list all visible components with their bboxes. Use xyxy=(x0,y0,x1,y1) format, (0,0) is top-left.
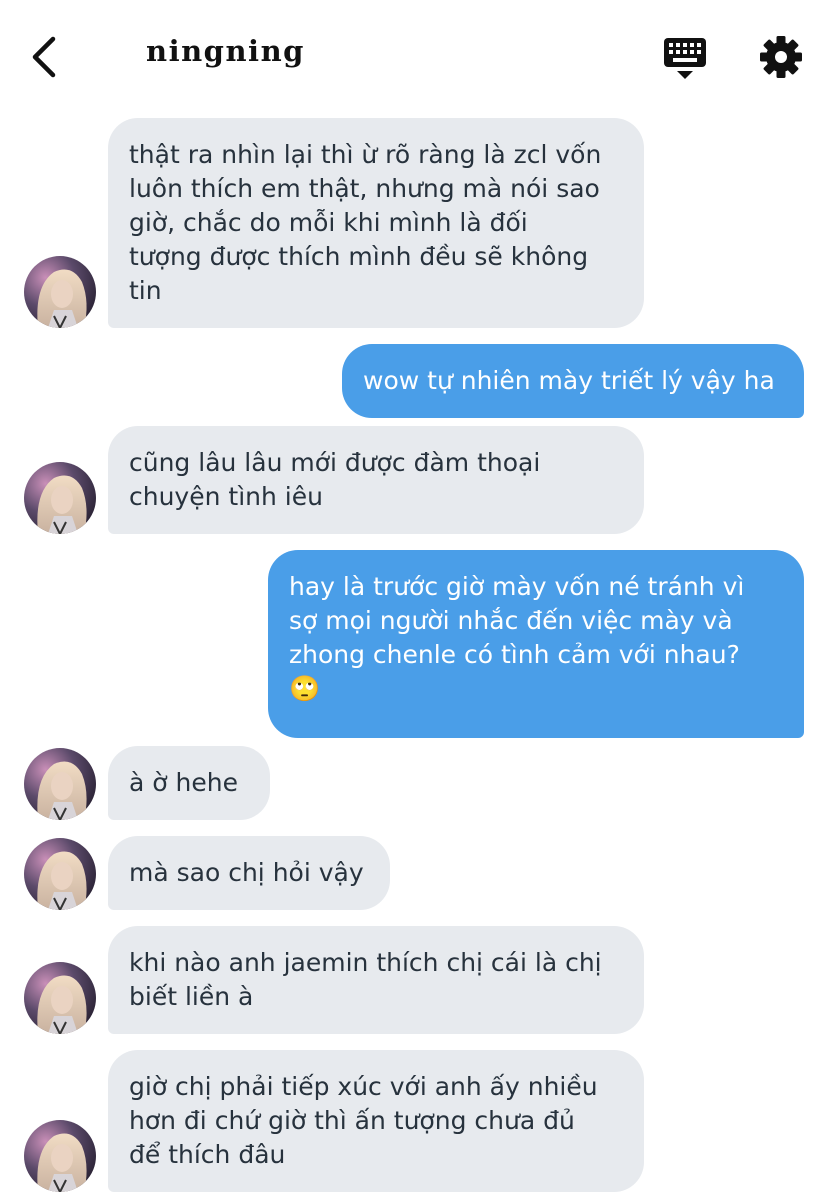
back-button[interactable] xyxy=(26,34,66,80)
avatar[interactable] xyxy=(24,962,96,1034)
keyboard-icon xyxy=(664,38,706,79)
message-bubble-incoming: mà sao chị hỏi vậy xyxy=(108,836,390,910)
avatar[interactable] xyxy=(24,462,96,534)
message-bubble-incoming: à ờ hehe xyxy=(108,746,270,820)
chat-title: ningning xyxy=(146,34,305,68)
message-bubble-incoming: khi nào anh jaemin thích chị cái là chị … xyxy=(108,926,644,1034)
message-bubble-incoming: thật ra nhìn lại thì ừ rõ ràng là zcl vố… xyxy=(108,118,644,328)
message-bubble-incoming: giờ chị phải tiếp xúc với anh ấy nhiều h… xyxy=(108,1050,644,1192)
avatar[interactable] xyxy=(24,256,96,328)
keyboard-button[interactable] xyxy=(662,36,708,80)
avatar[interactable] xyxy=(24,1120,96,1192)
gear-icon xyxy=(760,36,802,78)
chevron-left-icon xyxy=(32,36,56,78)
message-bubble-outgoing: wow tự nhiên mày triết lý vậy ha xyxy=(342,344,804,418)
message-bubble-outgoing: hay là trước giờ mày vốn né tránh vì sợ … xyxy=(268,550,804,738)
message-bubble-incoming: cũng lâu lâu mới được đàm thoại chuyện t… xyxy=(108,426,644,534)
avatar[interactable] xyxy=(24,748,96,820)
chat-header: ningning xyxy=(0,0,828,110)
settings-button[interactable] xyxy=(758,34,804,80)
avatar[interactable] xyxy=(24,838,96,910)
